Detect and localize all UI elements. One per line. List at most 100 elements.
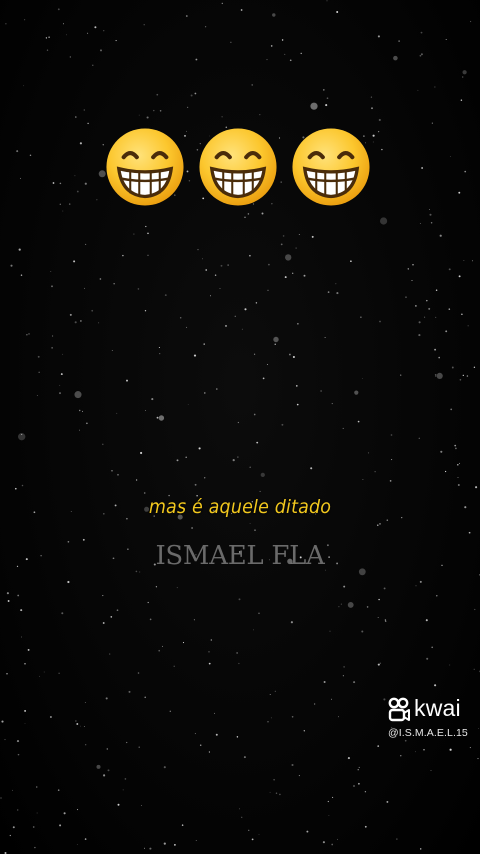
star-dot bbox=[386, 519, 389, 521]
star-dot bbox=[420, 53, 423, 56]
star-dot bbox=[103, 30, 105, 32]
star-dot bbox=[325, 104, 328, 107]
star-dot bbox=[137, 288, 140, 290]
star-dot bbox=[63, 23, 64, 25]
star-dot bbox=[268, 263, 270, 266]
star-dot bbox=[253, 353, 256, 355]
star-dot bbox=[464, 506, 467, 509]
star-dot bbox=[24, 709, 27, 712]
star-dot bbox=[377, 130, 380, 133]
star-dot bbox=[20, 609, 23, 612]
star-dot bbox=[310, 102, 318, 110]
star-dot bbox=[457, 476, 459, 478]
star-dot bbox=[243, 756, 246, 759]
star-dot bbox=[143, 492, 146, 494]
star-dot bbox=[336, 292, 339, 295]
star-dot bbox=[69, 313, 72, 316]
star-dot bbox=[259, 490, 261, 492]
star-dot bbox=[331, 698, 332, 700]
star-dot bbox=[48, 36, 50, 38]
star-dot bbox=[46, 49, 49, 51]
star-dot bbox=[273, 336, 279, 343]
star-dot bbox=[291, 715, 294, 718]
star-dot bbox=[288, 353, 291, 356]
star-dot bbox=[323, 681, 326, 683]
star-dot bbox=[169, 710, 171, 712]
star-dot bbox=[145, 410, 146, 411]
star-dot bbox=[266, 364, 268, 365]
star-dot bbox=[354, 390, 359, 395]
star-dot bbox=[80, 320, 82, 322]
star-dot bbox=[454, 444, 457, 447]
star-dot bbox=[68, 203, 71, 205]
star-dot bbox=[322, 841, 325, 844]
star-dot bbox=[210, 295, 211, 297]
star-dot bbox=[162, 645, 163, 647]
star-dot bbox=[14, 487, 17, 490]
star-dot bbox=[102, 443, 104, 446]
star-dot bbox=[126, 517, 128, 520]
star-dot bbox=[445, 38, 447, 41]
star-dot bbox=[389, 480, 392, 482]
star-dot bbox=[23, 85, 25, 87]
star-dot bbox=[435, 289, 438, 292]
star-dot bbox=[24, 19, 26, 21]
star-dot bbox=[448, 268, 451, 271]
star-dot bbox=[424, 316, 426, 318]
star-dot bbox=[128, 690, 131, 693]
star-dot bbox=[298, 234, 300, 235]
star-dot bbox=[336, 11, 339, 13]
star-dot bbox=[145, 225, 147, 228]
star-dot bbox=[290, 621, 293, 624]
star-dot bbox=[255, 302, 258, 304]
star-dot bbox=[147, 601, 149, 604]
star-dot bbox=[374, 471, 376, 473]
star-dot bbox=[99, 278, 102, 280]
creator-handle: @I.S.M.A.E.L.15 bbox=[388, 727, 468, 739]
star-dot bbox=[79, 142, 82, 145]
star-dot bbox=[270, 717, 272, 719]
star-dot bbox=[21, 433, 23, 435]
star-dot bbox=[61, 612, 64, 615]
star-dot bbox=[74, 391, 82, 399]
star-dot bbox=[457, 464, 459, 466]
star-dot bbox=[6, 673, 8, 675]
star-dot bbox=[208, 662, 211, 665]
video-frame[interactable]: mas é aquele ditado ISMAEL FLA kwai @I.S… bbox=[0, 0, 480, 854]
star-dot bbox=[473, 668, 475, 670]
star-dot bbox=[396, 838, 398, 840]
star-dot bbox=[292, 355, 295, 359]
star-dot bbox=[360, 316, 362, 318]
star-dot bbox=[84, 701, 86, 704]
star-dot bbox=[254, 529, 256, 531]
star-dot bbox=[285, 254, 292, 261]
star-dot bbox=[469, 747, 471, 749]
star-dot bbox=[197, 249, 199, 251]
star-dot bbox=[126, 379, 128, 382]
star-dot bbox=[279, 793, 281, 796]
star-dot bbox=[383, 587, 386, 590]
star-dot bbox=[471, 260, 474, 262]
star-dot bbox=[193, 354, 197, 357]
star-dot bbox=[259, 113, 261, 116]
star-dot bbox=[43, 671, 45, 673]
star-dot bbox=[7, 600, 10, 602]
star-dot bbox=[52, 182, 55, 184]
star-dot bbox=[458, 191, 461, 194]
star-dot bbox=[17, 753, 20, 756]
star-dot bbox=[159, 110, 162, 112]
star-dot bbox=[435, 316, 437, 318]
star-dot bbox=[147, 254, 149, 256]
star-dot bbox=[343, 585, 346, 588]
star-dot bbox=[16, 809, 19, 811]
star-dot bbox=[220, 264, 223, 267]
star-dot bbox=[324, 336, 326, 339]
star-dot bbox=[45, 37, 48, 39]
star-dot bbox=[82, 410, 84, 412]
star-dot bbox=[158, 649, 160, 652]
star-dot bbox=[470, 20, 472, 23]
star-dot bbox=[303, 274, 306, 277]
star-dot bbox=[185, 456, 187, 459]
star-dot bbox=[143, 24, 145, 26]
star-dot bbox=[52, 335, 54, 337]
